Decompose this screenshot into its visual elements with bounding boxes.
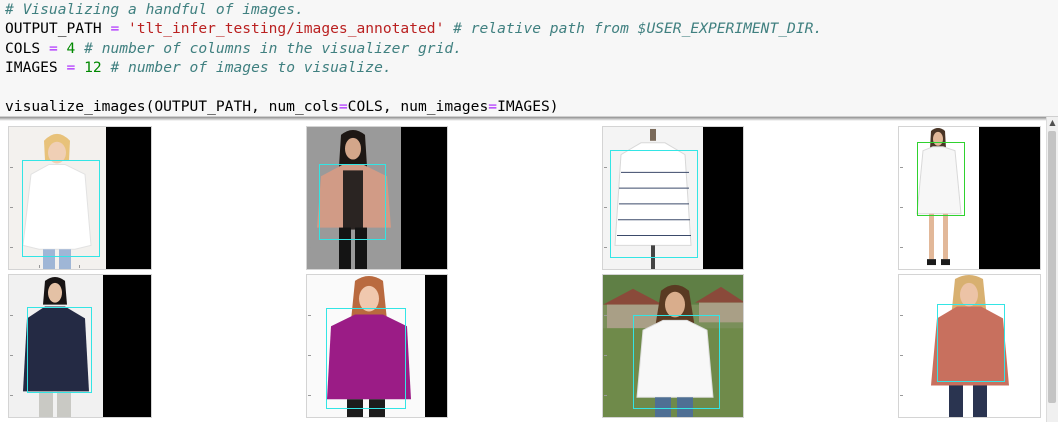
image-plot (8, 126, 152, 270)
axis-tick (308, 315, 311, 316)
axis-tick (604, 355, 607, 356)
axis-tick (604, 247, 607, 248)
code-variable: IMAGES (5, 59, 58, 77)
axis-tick (10, 207, 13, 208)
axis-tick (604, 315, 607, 316)
axis-tick (10, 167, 13, 168)
code-function-call: visualize_images(OUTPUT_PATH, num_cols (5, 98, 339, 116)
axis-tick (900, 315, 903, 316)
code-arguments: IMAGES) (497, 98, 559, 116)
image-plot (306, 274, 448, 418)
code-operator: = (66, 59, 76, 77)
bounding-box (633, 315, 720, 409)
code-variable: OUTPUT_PATH (5, 20, 102, 38)
axis-tick (39, 265, 40, 268)
axis-tick (900, 247, 903, 248)
code-string: 'tlt_infer_testing/images_annotated' (128, 20, 445, 38)
axis-tick (308, 395, 311, 396)
black-padding (425, 275, 447, 417)
bounding-box (326, 308, 406, 409)
scroll-up-arrow-icon[interactable]: ▲ (1047, 117, 1058, 129)
axis-tick (604, 207, 607, 208)
output-scrollbar[interactable]: ▲ (1046, 117, 1058, 422)
code-arguments: COLS, num_images (347, 98, 489, 116)
black-padding (401, 127, 447, 269)
code-operator: = (48, 39, 58, 57)
black-padding (703, 127, 743, 269)
code-editor[interactable]: # Visualizing a handful of images. OUTPU… (5, 0, 822, 116)
axis-tick (308, 247, 311, 248)
black-padding (106, 127, 151, 269)
image-plot (898, 274, 1041, 418)
bounding-box (27, 307, 92, 393)
axis-tick (10, 315, 13, 316)
axis-tick (308, 355, 311, 356)
axis-tick (900, 207, 903, 208)
image-plot (8, 274, 152, 418)
axis-tick (10, 355, 13, 356)
code-number: 4 (66, 39, 76, 57)
code-operator: = (488, 98, 498, 116)
bounding-box (917, 142, 965, 216)
bounding-box (22, 160, 100, 257)
black-padding (103, 275, 151, 417)
scrollbar-thumb[interactable] (1048, 131, 1056, 403)
axis-tick (604, 395, 607, 396)
axis-tick (308, 167, 311, 168)
bounding-box (319, 164, 386, 240)
code-variable: COLS (5, 39, 41, 57)
axis-tick (604, 167, 607, 168)
black-padding (979, 127, 1040, 269)
axis-tick (900, 355, 903, 356)
code-comment: # Visualizing a handful of images. (5, 1, 304, 18)
code-comment: # number of images to visualize. (110, 59, 392, 77)
axis-tick (10, 395, 13, 396)
image-plot (602, 126, 744, 270)
code-operator: = (110, 20, 120, 38)
bounding-box (610, 150, 698, 258)
output-area[interactable] (0, 121, 1046, 422)
axis-tick (10, 247, 13, 248)
code-operator: = (338, 98, 348, 116)
code-number: 12 (84, 59, 102, 77)
axis-tick (900, 395, 903, 396)
image-plot (306, 126, 448, 270)
code-comment: # number of columns in the visualizer gr… (84, 39, 462, 57)
bounding-box (937, 304, 1005, 382)
axis-tick (79, 265, 80, 268)
code-comment: # relative path from $USER_EXPERIMENT_DI… (453, 20, 823, 38)
image-plot (602, 274, 744, 418)
axis-tick (900, 167, 903, 168)
code-cell[interactable]: # Visualizing a handful of images. OUTPU… (0, 0, 1058, 117)
image-plot (898, 126, 1041, 270)
axis-tick (308, 207, 311, 208)
